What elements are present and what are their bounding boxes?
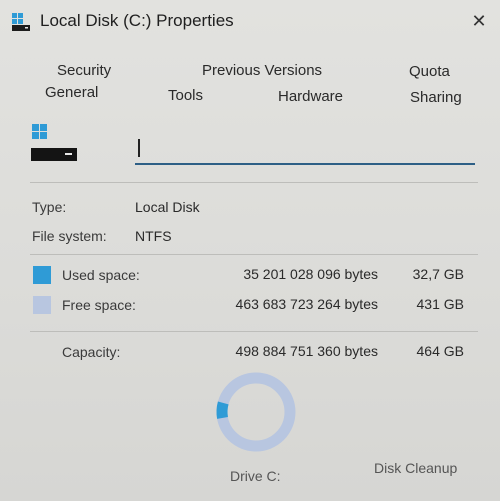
tab-tools[interactable]: Tools — [168, 87, 203, 104]
tab-quota[interactable]: Quota — [409, 63, 450, 80]
drive-label: Drive C: — [230, 468, 281, 484]
tab-previous-versions[interactable]: Previous Versions — [202, 62, 322, 79]
window-title: Local Disk (C:) Properties — [40, 11, 234, 30]
tab-general[interactable]: General — [45, 84, 98, 101]
close-icon: ✕ — [471, 11, 487, 31]
tab-sharing[interactable]: Sharing — [410, 89, 462, 106]
disk-cleanup-button[interactable]: Disk Cleanup — [374, 460, 457, 476]
free-space-bytes: 463 683 723 264 bytes — [235, 296, 378, 312]
drive-name-input[interactable] — [135, 133, 475, 165]
capacity-bytes: 498 884 751 360 bytes — [235, 343, 378, 359]
used-space-size: 32,7 GB — [412, 266, 464, 282]
used-space-bytes: 35 201 028 096 bytes — [243, 266, 378, 282]
capacity-label: Capacity: — [62, 344, 121, 360]
divider-middle — [30, 254, 478, 255]
windows-drive-icon — [31, 124, 77, 161]
used-space-label: Used space: — [62, 267, 140, 283]
close-button[interactable]: ✕ — [466, 8, 492, 34]
used-space-swatch — [33, 266, 51, 284]
file-system-label: File system: — [32, 228, 107, 244]
capacity-size: 464 GB — [416, 343, 464, 359]
title-bar: Local Disk (C:) Properties ✕ — [0, 0, 500, 42]
free-space-size: 431 GB — [416, 296, 464, 312]
usage-donut-chart — [216, 372, 296, 452]
file-system-value: NTFS — [135, 228, 172, 244]
divider-bottom — [30, 331, 478, 332]
type-label: Type: — [32, 199, 67, 215]
tab-hardware[interactable]: Hardware — [278, 88, 343, 105]
divider-top — [30, 182, 478, 183]
free-space-ring — [216, 372, 296, 452]
type-value: Local Disk — [135, 199, 200, 215]
free-space-label: Free space: — [62, 297, 136, 313]
tab-security[interactable]: Security — [57, 62, 111, 79]
free-space-swatch — [33, 296, 51, 314]
properties-window: Local Disk (C:) Properties ✕ Security Pr… — [0, 0, 500, 501]
drive-icon — [12, 13, 30, 31]
text-caret — [138, 139, 140, 157]
